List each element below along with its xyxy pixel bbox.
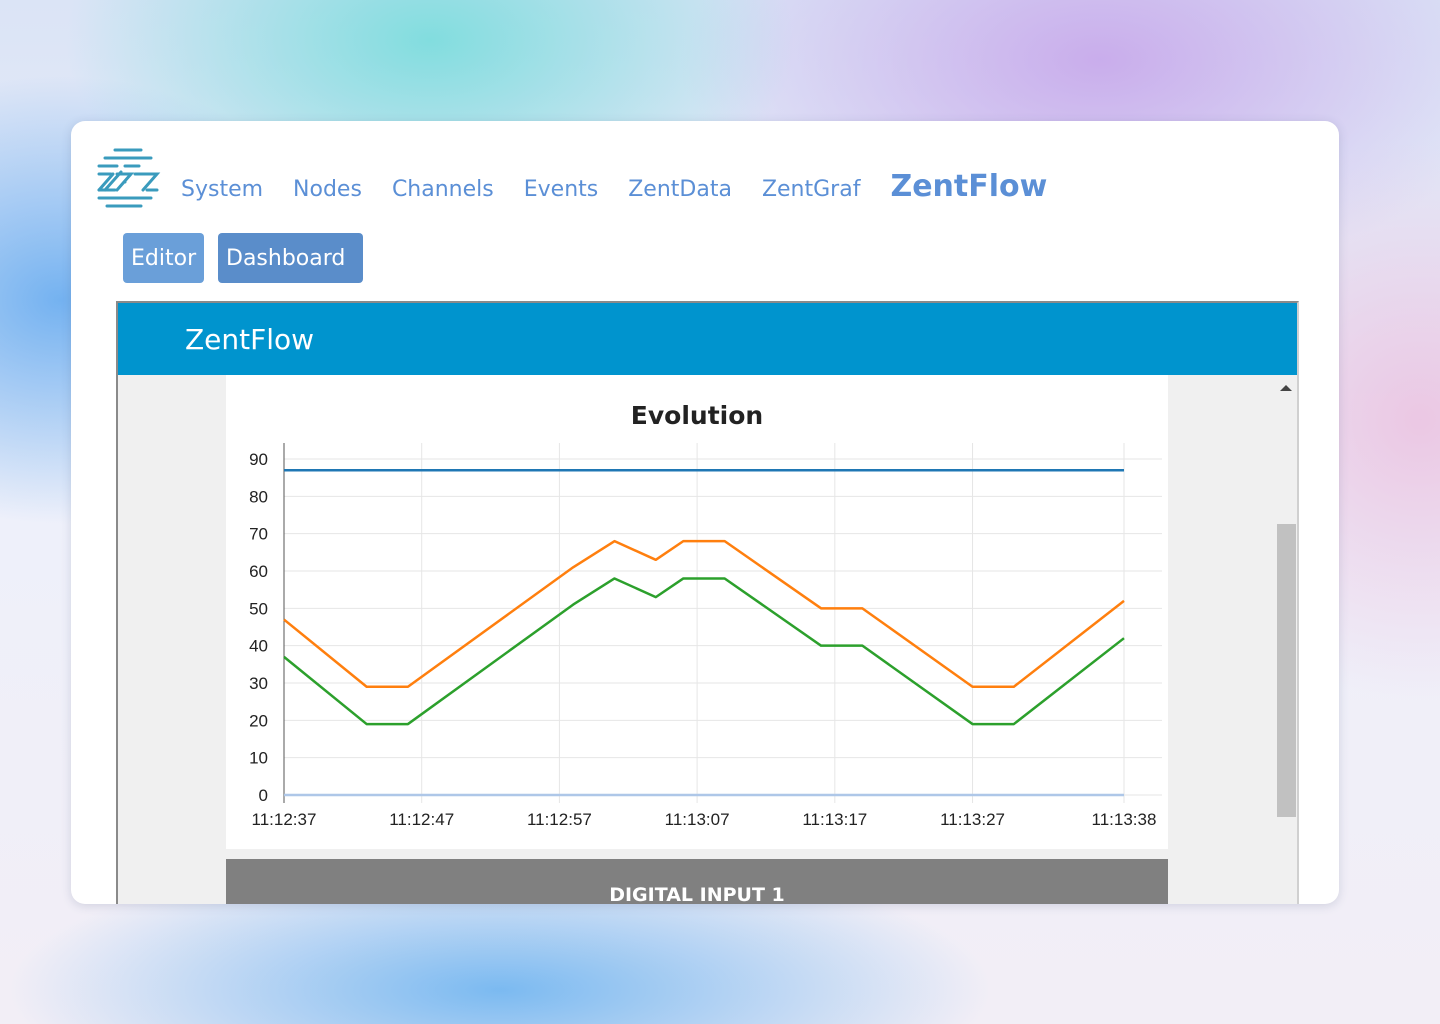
- y-tick-label: 80: [249, 487, 268, 506]
- y-tick-label: 50: [249, 599, 268, 618]
- y-tick-label: 40: [249, 637, 268, 656]
- chart-title: Evolution: [630, 401, 764, 430]
- y-tick-label: 20: [249, 711, 268, 730]
- nav-zentdata[interactable]: ZentData: [628, 177, 732, 202]
- series-line-1: [283, 539, 1125, 688]
- y-tick-label: 60: [249, 562, 268, 581]
- y-tick-label: 30: [249, 674, 268, 693]
- scroll-up-arrow-icon[interactable]: [1280, 385, 1292, 391]
- top-nav: System Nodes Channels Events ZentData Ze…: [181, 169, 1077, 204]
- nav-events[interactable]: Events: [524, 177, 599, 202]
- tab-dashboard[interactable]: Dashboard: [218, 233, 363, 283]
- x-tick-label: 11:12:47: [389, 810, 454, 829]
- nav-channels[interactable]: Channels: [392, 177, 494, 202]
- series-line-2: [283, 577, 1125, 726]
- vertical-scrollbar[interactable]: [1274, 375, 1297, 904]
- x-tick-label: 11:12:37: [252, 810, 317, 829]
- x-tick-label: 11:13:38: [1092, 810, 1157, 829]
- nav-zentgraf[interactable]: ZentGraf: [762, 177, 861, 202]
- x-tick-label: 11:13:17: [802, 810, 867, 829]
- tab-editor[interactable]: Editor: [123, 233, 204, 283]
- y-tick-label: 10: [249, 749, 268, 768]
- evolution-chart: 0 10 20 30 40 50 60 70 80 90 11:12:37 11:12:47 11:12…: [249, 443, 1162, 829]
- y-tick-label: 0: [259, 786, 268, 805]
- x-tick-label: 11:13:07: [665, 810, 730, 829]
- dashboard-body: 0 10 20 30 40 50 60 70 80 90 11:12:37 11:12:47 11:12…: [118, 375, 1274, 904]
- x-tick-label: 11:13:27: [940, 810, 1005, 829]
- zent-logo-icon: [97, 148, 161, 208]
- dashboard-header: ZentFlow: [118, 303, 1297, 375]
- scroll-thumb[interactable]: [1277, 524, 1296, 817]
- nav-nodes[interactable]: Nodes: [293, 177, 362, 202]
- y-tick-label: 70: [249, 525, 268, 544]
- x-tick-label: 11:12:57: [527, 810, 592, 829]
- subtab-bar: Editor Dashboard: [123, 233, 363, 283]
- nav-zentflow[interactable]: ZentFlow: [890, 169, 1047, 204]
- digital-input-header: DIGITAL INPUT 1: [226, 859, 1168, 904]
- app-window: System Nodes Channels Events ZentData Ze…: [71, 121, 1339, 904]
- nav-system[interactable]: System: [181, 177, 263, 202]
- dashboard-frame: ZentFlow 0 10 20 30 40 50 60 70 80 90 11:12:37 11:1…: [116, 301, 1299, 904]
- y-tick-label: 90: [249, 450, 268, 469]
- chart-card: 0 10 20 30 40 50 60 70 80 90 11:12:37 11:12:47 11:12…: [226, 375, 1168, 849]
- dashboard-title: ZentFlow: [185, 322, 315, 356]
